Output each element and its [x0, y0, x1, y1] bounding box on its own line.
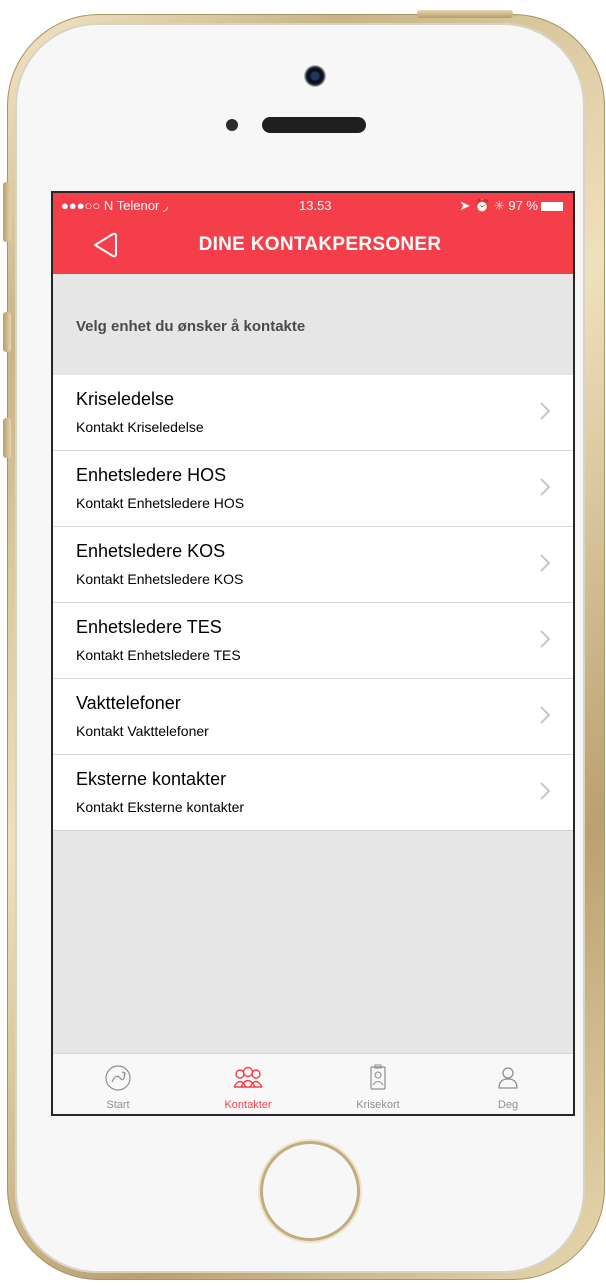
tab-bar: Start Kontakter Krisekort Deg	[53, 1053, 573, 1114]
chevron-right-icon	[540, 554, 551, 572]
tab-label: Deg	[497, 1099, 519, 1111]
list-item-subtitle: Kontakt Enhetsledere KOS	[76, 571, 244, 587]
proximity-sensor	[226, 119, 238, 131]
app-screen: ●●●○○ N Telenor ◞ 13.53 ➤ ⏰ ✳ 97 % DINE …	[51, 191, 575, 1116]
chevron-right-icon	[540, 402, 551, 420]
list-item-vakttelefoner[interactable]: Vakttelefoner Kontakt Vakttelefoner	[53, 679, 573, 755]
power-button	[417, 10, 513, 18]
volume-down-button	[3, 418, 11, 458]
tab-krisekort[interactable]: Krisekort	[313, 1054, 443, 1114]
tab-label: Start	[106, 1099, 130, 1111]
chevron-right-icon	[540, 706, 551, 724]
chevron-right-icon	[540, 630, 551, 648]
battery-icon	[541, 202, 563, 211]
chevron-right-icon	[540, 782, 551, 800]
list-item-title: Vakttelefoner	[76, 693, 181, 713]
navigation-bar: DINE KONTAKPERSONER	[53, 217, 573, 274]
page-title: DINE KONTAKPERSONER	[198, 234, 442, 255]
list-item-enhetsledere-tes[interactable]: Enhetsledere TES Kontakt Enhetsledere TE…	[53, 603, 573, 679]
wifi-icon: ◞	[162, 198, 168, 213]
volume-up-button	[3, 312, 11, 352]
list-item-eksterne-kontakter[interactable]: Eksterne kontakter Kontakt Eksterne kont…	[53, 755, 573, 831]
list-item-title: Enhetsledere KOS	[76, 541, 226, 561]
list-item-subtitle: Kontakt Enhetsledere HOS	[76, 495, 245, 511]
mute-switch	[3, 182, 11, 242]
section-header-label: Velg enhet du ønsker å kontakte	[76, 318, 306, 335]
section-header: Velg enhet du ønsker å kontakte	[53, 274, 573, 375]
list-item-subtitle: Kontakt Eksterne kontakter	[76, 799, 245, 815]
list-item-enhetsledere-kos[interactable]: Enhetsledere KOS Kontakt Enhetsledere KO…	[53, 527, 573, 603]
bluetooth-icon: ✳	[493, 198, 505, 213]
profile-icon	[498, 1067, 518, 1089]
tab-deg[interactable]: Deg	[443, 1054, 573, 1114]
start-icon	[105, 1065, 131, 1091]
status-bar: ●●●○○ N Telenor ◞ 13.53 ➤ ⏰ ✳ 97 %	[53, 193, 573, 217]
home-button[interactable]	[260, 1141, 360, 1241]
list-item-kriseledelse[interactable]: Kriseledelse Kontakt Kriseledelse	[53, 375, 573, 451]
list-item-enhetsledere-hos[interactable]: Enhetsledere HOS Kontakt Enhetsledere HO…	[53, 451, 573, 527]
location-icon: ➤	[459, 198, 471, 213]
contacts-icon	[233, 1066, 263, 1088]
crisis-card-icon	[370, 1064, 386, 1090]
earpiece-speaker	[262, 117, 366, 133]
list-item-subtitle: Kontakt Vakttelefoner	[76, 723, 209, 739]
list-item-subtitle: Kontakt Enhetsledere TES	[76, 647, 241, 663]
battery-percent: 97 %	[508, 198, 538, 213]
chevron-right-icon	[540, 478, 551, 496]
list-item-title: Kriseledelse	[76, 389, 175, 409]
list-item-title: Eksterne kontakter	[76, 769, 227, 789]
list-item-title: Enhetsledere HOS	[76, 465, 227, 485]
tab-start[interactable]: Start	[53, 1054, 183, 1114]
status-time: 13.53	[299, 198, 332, 213]
tab-label: Kontakter	[224, 1099, 272, 1111]
front-camera	[304, 65, 326, 87]
list-item-subtitle: Kontakt Kriseledelse	[76, 419, 204, 435]
tab-label: Krisekort	[356, 1099, 400, 1111]
alarm-icon: ⏰	[474, 198, 491, 213]
tab-kontakter[interactable]: Kontakter	[183, 1054, 313, 1114]
status-right: ➤ ⏰ ✳ 97 %	[459, 198, 563, 214]
contact-list: Kriseledelse Kontakt Kriseledelse Enhets…	[53, 375, 573, 831]
carrier-label: ●●●○○ N Telenor ◞	[61, 198, 168, 213]
list-item-title: Enhetsledere TES	[76, 617, 222, 637]
